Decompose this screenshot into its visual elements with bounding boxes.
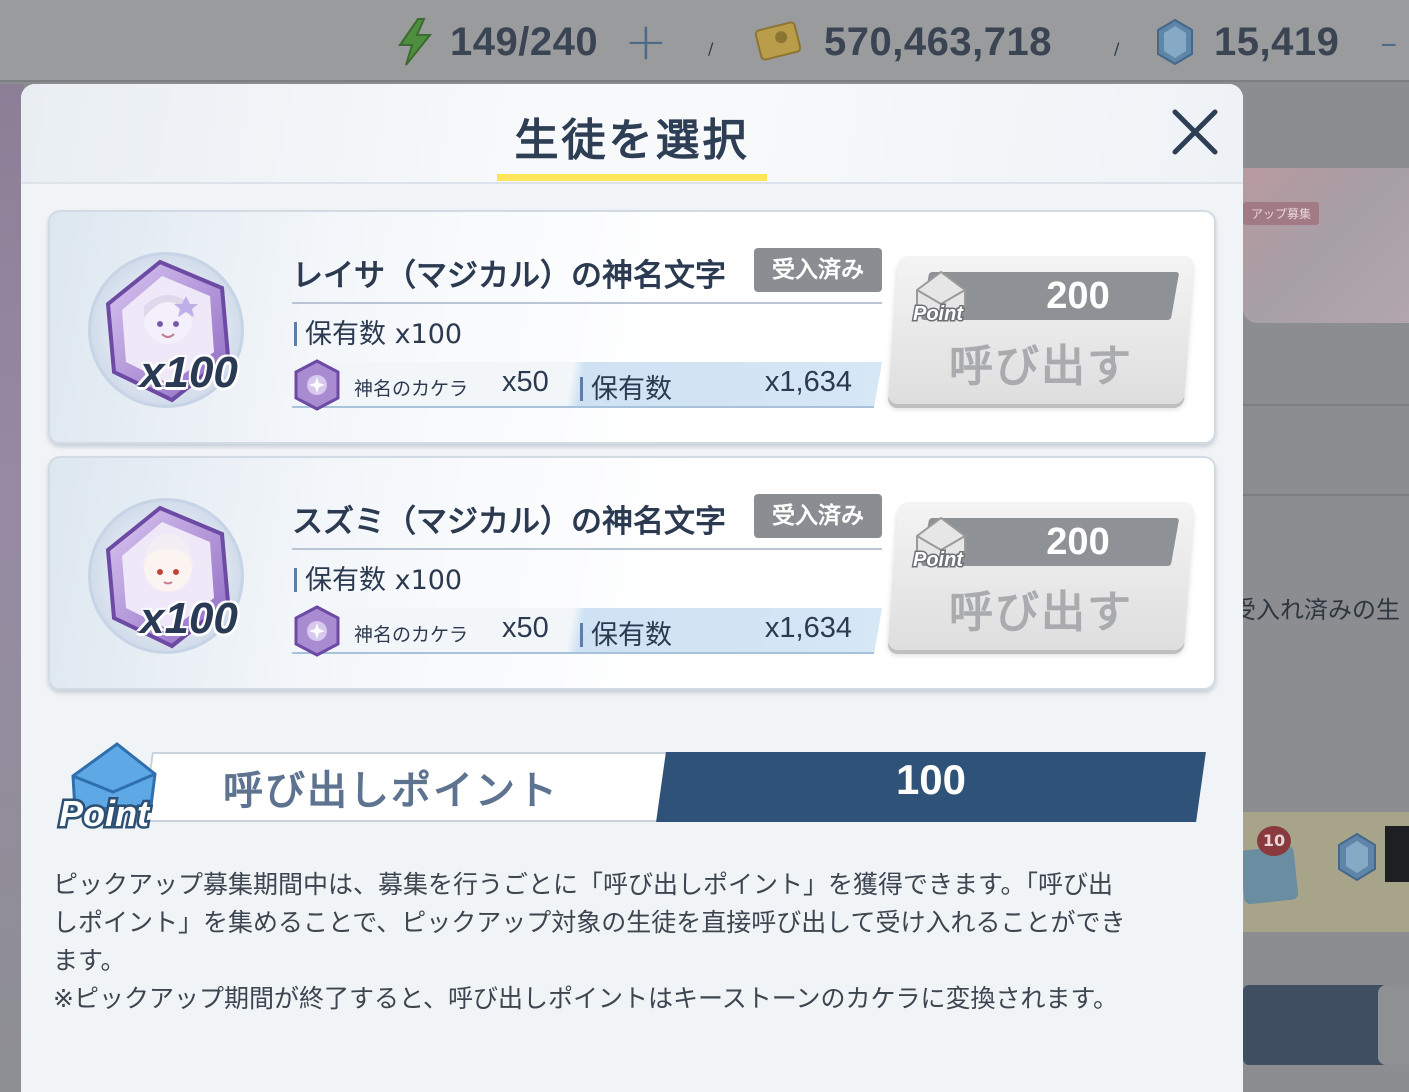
eleph-fragment-icon <box>294 359 340 411</box>
divider: / <box>708 38 714 58</box>
gem-add-button[interactable]: - <box>1379 16 1398 68</box>
divider <box>292 548 882 550</box>
call-cost: 200 <box>1046 275 1110 317</box>
ap-display: 149/240 + <box>396 16 668 68</box>
item-name: スズミ（マジカル）の神名文字 <box>292 504 726 540</box>
divider <box>1243 494 1409 496</box>
ticket-count-badge: 10 <box>1257 826 1291 856</box>
fragment-name: 神名のカケラ <box>354 378 469 400</box>
credit-card-icon <box>754 21 802 61</box>
owned-value: x100 <box>394 565 463 596</box>
ap-add-button[interactable]: + <box>624 16 668 68</box>
item-name: レイサ（マジカル）の神名文字 <box>292 258 726 294</box>
credit-value: 570,463,718 <box>824 19 1052 64</box>
status-badge: 受入済み <box>754 494 882 538</box>
title-underline <box>497 174 767 181</box>
call-cost: 200 <box>1046 521 1110 563</box>
fragment-owned-value: x1,634 <box>764 366 852 398</box>
fragment-name: 神名のカケラ <box>354 624 469 646</box>
label-marker <box>294 568 297 592</box>
close-icon[interactable] <box>1169 106 1221 158</box>
svg-text:Point: Point <box>913 549 964 570</box>
owned-count: 保有数 x100 <box>294 558 462 597</box>
point-envelope-icon: Point <box>912 270 966 324</box>
fragment-owned-label-text: 保有数 <box>591 374 672 405</box>
description-note: ※ピックアップ期間が終了すると、呼び出しポイントはキーストーンのカケラに変換され… <box>53 984 1118 1013</box>
fragment-owned-label-text: 保有数 <box>591 620 672 651</box>
owned-label: 保有数 <box>305 565 386 596</box>
student-item-card: x100 レイサ（マジカル）の神名文字 受入済み 保有数 x100 神名のカケラ… <box>48 210 1216 444</box>
svg-text:Point: Point <box>913 303 964 324</box>
label-marker <box>580 623 583 647</box>
currency-bar: 149/240 + / 570,463,718 / 15,419 - <box>0 0 1409 82</box>
owned-label: 保有数 <box>305 319 386 350</box>
description-text: ピックアップ募集期間中は、募集を行うごとに「呼び出しポイント」を獲得できます。「… <box>53 866 1213 1018</box>
ap-value: 149/240 <box>450 19 599 64</box>
description-line: しポイント」を集めることで、ピックアップ対象の生徒を直接呼び出して受け入れること… <box>53 908 1126 937</box>
call-button[interactable]: Point 200 呼び出す <box>887 502 1195 650</box>
recruit-button <box>1378 985 1409 1065</box>
divider <box>292 302 882 304</box>
fragment-owned-value: x1,634 <box>764 612 852 644</box>
status-badge: 受入済み <box>754 248 882 292</box>
label-marker <box>580 377 583 401</box>
dialog-title: 生徒を選択 <box>514 115 750 166</box>
pyroxene-gem-icon <box>1338 832 1376 882</box>
svg-text:Point: Point <box>59 793 151 834</box>
credit-display: 570,463,718 <box>752 16 1052 68</box>
fragment-owned-label: 保有数 <box>580 613 672 652</box>
lightning-icon <box>398 18 433 66</box>
background-text: 受入れ済みの生 <box>1232 596 1400 624</box>
divider <box>1243 404 1409 406</box>
pickup-banner-tag: アップ募集 <box>1243 202 1320 225</box>
description-line: ます。 <box>53 946 126 975</box>
gem-value: 15,419 <box>1214 19 1340 64</box>
fragment-cost: x50 <box>502 612 549 644</box>
glyph-quantity: x100 <box>140 348 238 397</box>
call-points-bar: 呼び出しポイント 100 Point <box>57 742 1211 834</box>
eleph-fragment-icon <box>294 605 340 657</box>
description-line: ピックアップ募集期間中は、募集を行うごとに「呼び出しポイント」を獲得できます。「… <box>53 870 1114 899</box>
fragment-owned-label: 保有数 <box>580 367 672 406</box>
call-button[interactable]: Point 200 呼び出す <box>887 256 1195 404</box>
owned-count: 保有数 x100 <box>294 312 462 351</box>
pickup-banner <box>1243 168 1409 323</box>
divider: / <box>1114 38 1120 58</box>
gem-display: 15,419 - <box>1154 16 1398 68</box>
point-envelope-icon: Point <box>57 742 157 834</box>
background-panel <box>1385 826 1409 882</box>
points-value: 100 <box>895 756 967 803</box>
student-item-card: x100 スズミ（マジカル）の神名文字 受入済み 保有数 x100 神名のカケラ… <box>48 456 1216 690</box>
point-envelope-icon: Point <box>912 516 966 570</box>
fragment-cost: x50 <box>502 366 549 398</box>
call-button-label: 呼び出す <box>949 341 1133 392</box>
glyph-quantity: x100 <box>140 594 238 643</box>
pyroxene-gem-icon <box>1157 18 1193 66</box>
label-marker <box>294 322 297 346</box>
dialog-header: 生徒を選択 <box>21 84 1243 184</box>
owned-value: x100 <box>394 319 463 350</box>
points-label: 呼び出しポイント <box>223 768 559 814</box>
call-button-label: 呼び出す <box>949 587 1133 638</box>
select-student-dialog: 生徒を選択 x100 レイサ（マジカル）の神名文字 受入済み 保有数 x100 … <box>21 84 1243 1092</box>
